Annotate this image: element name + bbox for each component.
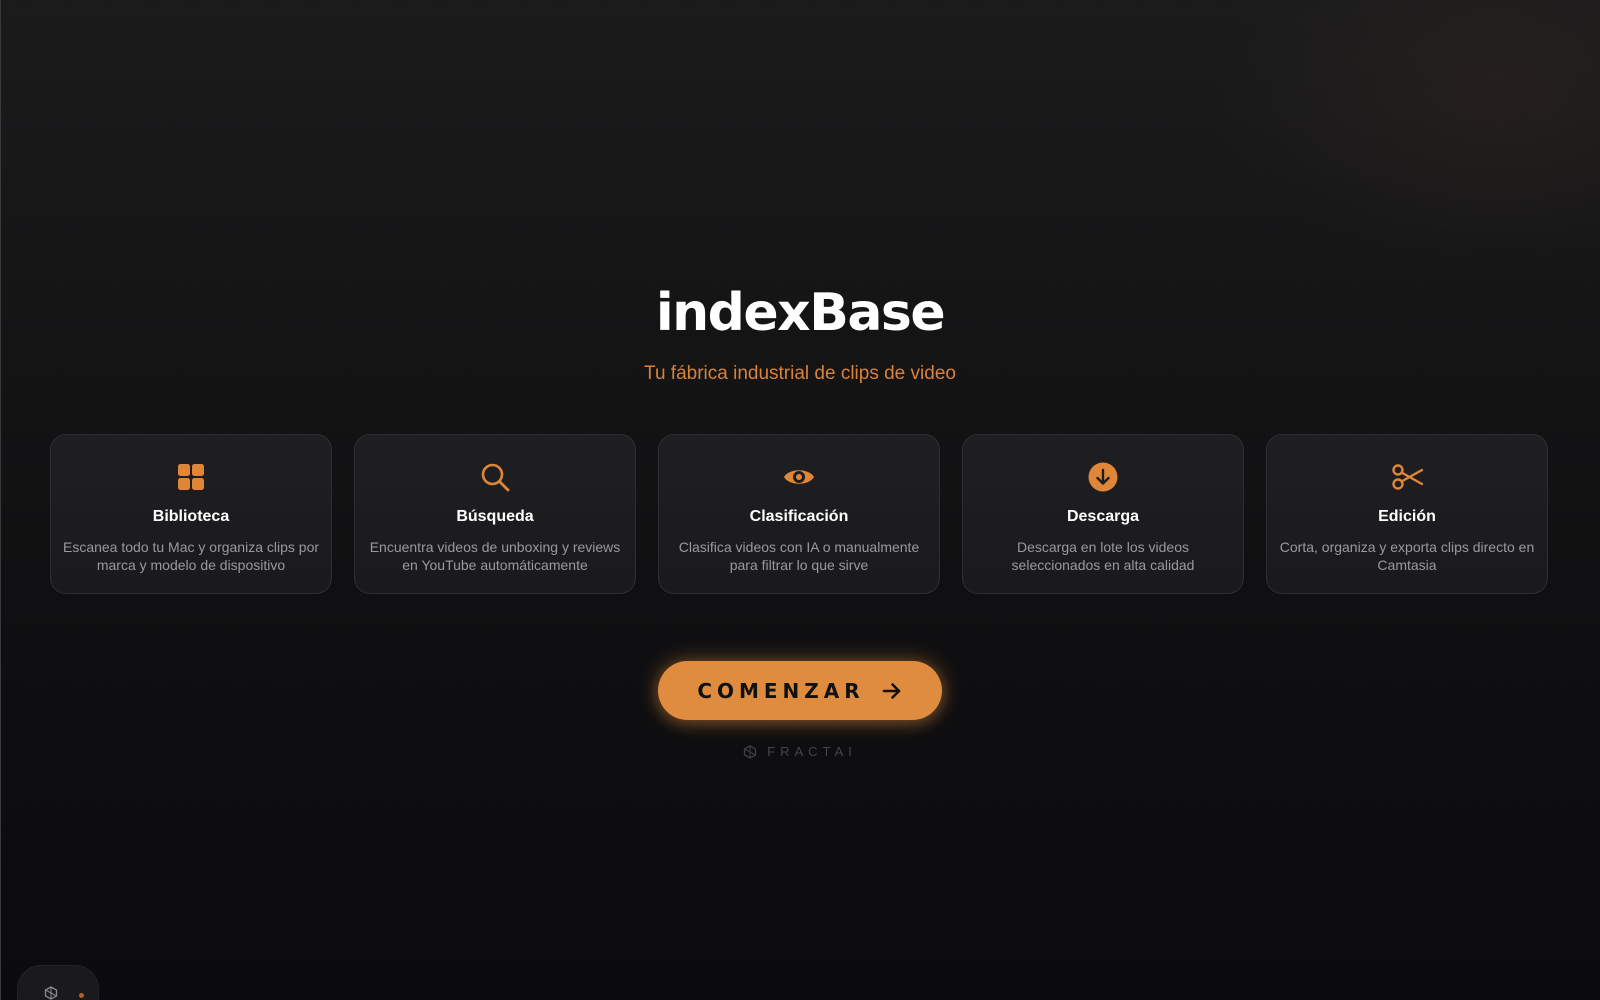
start-button-label: COMENZAR [697,678,865,703]
feature-card-busqueda[interactable]: Búsqueda Encuentra videos de unboxing y … [354,434,636,594]
fractal-logo-icon [743,744,757,759]
brand-footer: FRACTAI [0,744,1600,759]
feature-card-clasificacion[interactable]: Clasificación Clasifica videos con IA o … [658,434,940,594]
feature-title: Clasificación [749,508,849,525]
feature-description: Escanea todo tu Mac y organiza clips por… [62,539,320,573]
floating-dock[interactable] [17,965,99,1000]
grid-icon [175,461,207,493]
hero: indexBase Tu fábrica industrial de clips… [0,270,1600,388]
status-indicator [79,993,84,998]
feature-card-biblioteca[interactable]: Biblioteca Escanea todo tu Mac y organiz… [50,434,332,594]
scissors-icon [1391,461,1423,493]
feature-description: Descarga en lote los videos seleccionado… [1011,539,1195,573]
feature-description: Corta, organiza y exporta clips directo … [1279,539,1535,573]
eye-icon [783,461,815,493]
fractal-logo-icon[interactable] [44,986,58,1000]
feature-card-descarga[interactable]: Descarga Descarga en lote los videos sel… [962,434,1244,594]
feature-cards: Biblioteca Escanea todo tu Mac y organiz… [50,434,1550,598]
feature-title: Descarga [1066,508,1140,525]
feature-title: Búsqueda [456,508,534,525]
brand-name: FRACTAI [767,744,857,759]
download-circle-icon [1087,461,1119,493]
search-icon [479,461,511,493]
feature-card-edicion[interactable]: Edición Corta, organiza y exporta clips … [1266,434,1548,594]
app-title: indexBase [655,283,946,343]
start-button[interactable]: COMENZAR [658,661,942,720]
feature-title: Edición [1378,508,1436,525]
tagline: Tu fábrica industrial de clips de video [644,363,956,384]
arrow-right-icon [881,680,903,702]
window-edge [0,0,1,1000]
feature-title: Biblioteca [152,508,230,525]
feature-description: Encuentra videos de unboxing y reviews e… [369,539,621,573]
feature-description: Clasifica videos con IA o manualmente pa… [678,539,920,573]
